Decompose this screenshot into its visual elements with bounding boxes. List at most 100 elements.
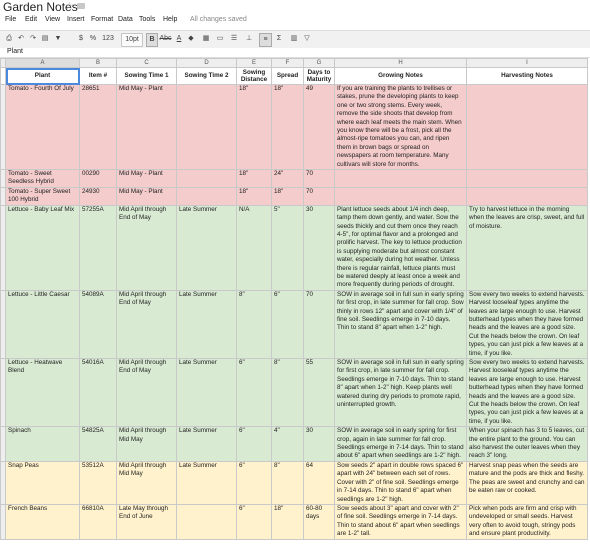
item-number-cell[interactable]: 54825A: [79, 426, 117, 462]
star-icon[interactable]: ☆: [65, 1, 74, 12]
insert-chart-icon[interactable]: ▥: [289, 33, 299, 45]
harvesting-notes-cell[interactable]: Try to harvest lettuce in the morning wh…: [466, 204, 588, 291]
spread-cell[interactable]: 6": [271, 289, 304, 360]
item-number-cell[interactable]: 57255A: [79, 204, 117, 291]
fill-color-icon[interactable]: ◆: [186, 33, 196, 45]
sowing-time-2-cell[interactable]: Late Summer: [176, 460, 237, 505]
growing-notes-cell[interactable]: If you are training the plants to trelli…: [334, 83, 467, 171]
sowing-time-1-cell[interactable]: Mid April through End of May: [116, 289, 177, 360]
column-header-i[interactable]: I: [466, 58, 588, 68]
sowing-time-2-cell[interactable]: [176, 169, 237, 188]
days-to-maturity-cell[interactable]: 30: [303, 426, 335, 462]
sum-button[interactable]: Σ: [273, 33, 285, 45]
sowing-time-2-cell[interactable]: [176, 503, 237, 540]
sowing-distance-cell[interactable]: 6": [236, 357, 272, 428]
item-number-cell[interactable]: 00290: [79, 169, 117, 188]
sowing-distance-cell[interactable]: 8": [236, 289, 272, 360]
harvesting-notes-cell[interactable]: Harvest snap peas when the seeds are mat…: [466, 460, 588, 505]
sowing-time-1-cell[interactable]: Mid May - Plant: [116, 186, 177, 206]
harvesting-notes-cell[interactable]: Sow every two weeks to extend harvests. …: [466, 289, 588, 360]
text-color-button[interactable]: A: [174, 33, 184, 45]
days-to-maturity-cell[interactable]: 55: [303, 357, 335, 428]
sowing-distance-cell[interactable]: 18": [236, 83, 272, 171]
header-cell-plant[interactable]: Plant: [5, 67, 80, 85]
align-left-icon[interactable]: ☰: [228, 33, 240, 45]
harvesting-notes-cell[interactable]: When your spinach has 3 to 5 leaves, cut…: [466, 426, 588, 462]
growing-notes-cell[interactable]: Sow seeds about 3" apart and cover with …: [334, 503, 467, 540]
column-header-d[interactable]: D: [176, 58, 237, 68]
paint-roller-icon[interactable]: ▼: [52, 33, 64, 45]
menu-insert[interactable]: Insert: [67, 16, 85, 23]
item-number-cell[interactable]: 54016A: [79, 357, 117, 428]
sowing-distance-cell[interactable]: 18": [236, 169, 272, 188]
item-number-cell[interactable]: 24930: [79, 186, 117, 206]
sowing-time-2-cell[interactable]: Late Summer: [176, 289, 237, 360]
growing-notes-cell[interactable]: SOW in average soil in full sun in early…: [334, 289, 467, 360]
column-header-b[interactable]: B: [79, 58, 117, 68]
column-header-e[interactable]: E: [236, 58, 272, 68]
sowing-time-2-cell[interactable]: Late Summer: [176, 426, 237, 462]
days-to-maturity-cell[interactable]: 60-80 days: [303, 503, 335, 540]
percent-button[interactable]: %: [88, 33, 98, 45]
sowing-time-1-cell[interactable]: Late May through End of June: [116, 503, 177, 540]
borders-icon[interactable]: ▦: [200, 33, 212, 45]
column-header-a[interactable]: A: [5, 58, 80, 68]
menu-help[interactable]: Help: [163, 16, 177, 23]
days-to-maturity-cell[interactable]: 70: [303, 186, 335, 206]
growing-notes-cell[interactable]: SOW in average soil in full sun in early…: [334, 357, 467, 428]
sowing-distance-cell[interactable]: N/A: [236, 204, 272, 291]
item-number-cell[interactable]: 66810A: [79, 503, 117, 540]
merge-cells-icon[interactable]: ▭: [215, 33, 225, 45]
growing-notes-cell[interactable]: SOW in average soil in early spring for …: [334, 426, 467, 462]
menu-file[interactable]: File: [5, 16, 16, 23]
harvesting-notes-cell[interactable]: [466, 169, 588, 188]
plant-cell[interactable]: Tomato - Fourth Of July: [5, 83, 80, 171]
strikethrough-button[interactable]: Abc: [159, 33, 172, 45]
spread-cell[interactable]: 8": [271, 460, 304, 505]
growing-notes-cell[interactable]: Plant lettuce seeds about 1/4 inch deep,…: [334, 204, 467, 291]
days-to-maturity-cell[interactable]: 49: [303, 83, 335, 171]
redo-icon[interactable]: ↷: [28, 33, 38, 45]
header-cell-sowing-time-1[interactable]: Sowing Time 1: [116, 67, 177, 85]
plant-cell[interactable]: French Beans: [5, 503, 80, 540]
spread-cell[interactable]: 18": [271, 503, 304, 540]
sowing-distance-cell[interactable]: 6": [236, 426, 272, 462]
wrap-text-icon[interactable]: ≡: [259, 33, 272, 47]
days-to-maturity-cell[interactable]: 30: [303, 204, 335, 291]
sowing-distance-cell[interactable]: 6": [236, 503, 272, 540]
header-cell-sowing-distance[interactable]: Sowing Distance: [236, 67, 272, 85]
spread-cell[interactable]: 4": [271, 426, 304, 462]
header-cell-harvesting-notes[interactable]: Harvesting Notes: [466, 67, 588, 85]
plant-cell[interactable]: Tomato - Super Sweet 100 Hybrid: [5, 186, 80, 206]
harvesting-notes-cell[interactable]: Pick when pods are firm and crisp with u…: [466, 503, 588, 540]
growing-notes-cell[interactable]: [334, 186, 467, 206]
header-cell-spread[interactable]: Spread: [271, 67, 304, 85]
paint-format-icon[interactable]: ▤: [40, 33, 50, 45]
growing-notes-cell[interactable]: Sow seeds 2" apart in double rows spaced…: [334, 460, 467, 505]
spread-cell[interactable]: 18": [271, 186, 304, 206]
sowing-time-2-cell[interactable]: [176, 186, 237, 206]
days-to-maturity-cell[interactable]: 70: [303, 169, 335, 188]
menu-edit[interactable]: Edit: [25, 16, 37, 23]
plant-cell[interactable]: Tomato - Sweet Seedless Hybrid: [5, 169, 80, 188]
plant-cell[interactable]: Snap Peas: [5, 460, 80, 505]
menu-tools[interactable]: Tools: [139, 16, 155, 23]
folder-icon[interactable]: [77, 3, 85, 9]
number-format-button[interactable]: 123: [100, 33, 116, 45]
menu-view[interactable]: View: [45, 16, 60, 23]
growing-notes-cell[interactable]: [334, 169, 467, 188]
menu-data[interactable]: Data: [118, 16, 133, 23]
sowing-distance-cell[interactable]: 6": [236, 460, 272, 505]
menu-format[interactable]: Format: [91, 16, 113, 23]
column-header-g[interactable]: G: [303, 58, 335, 68]
sowing-time-2-cell[interactable]: Late Summer: [176, 357, 237, 428]
sowing-time-1-cell[interactable]: Mid April through End of May: [116, 204, 177, 291]
header-cell-days-to-maturity[interactable]: Days to Maturity: [303, 67, 335, 85]
undo-icon[interactable]: ↶: [16, 33, 26, 45]
column-header-h[interactable]: H: [334, 58, 467, 68]
days-to-maturity-cell[interactable]: 70: [303, 289, 335, 360]
sowing-time-1-cell[interactable]: Mid May - Plant: [116, 169, 177, 188]
vertical-align-icon[interactable]: ⊥: [243, 33, 255, 45]
sowing-time-1-cell[interactable]: Mid April through Mid May: [116, 460, 177, 505]
plant-cell[interactable]: Lettuce - Baby Leaf Mix: [5, 204, 80, 291]
